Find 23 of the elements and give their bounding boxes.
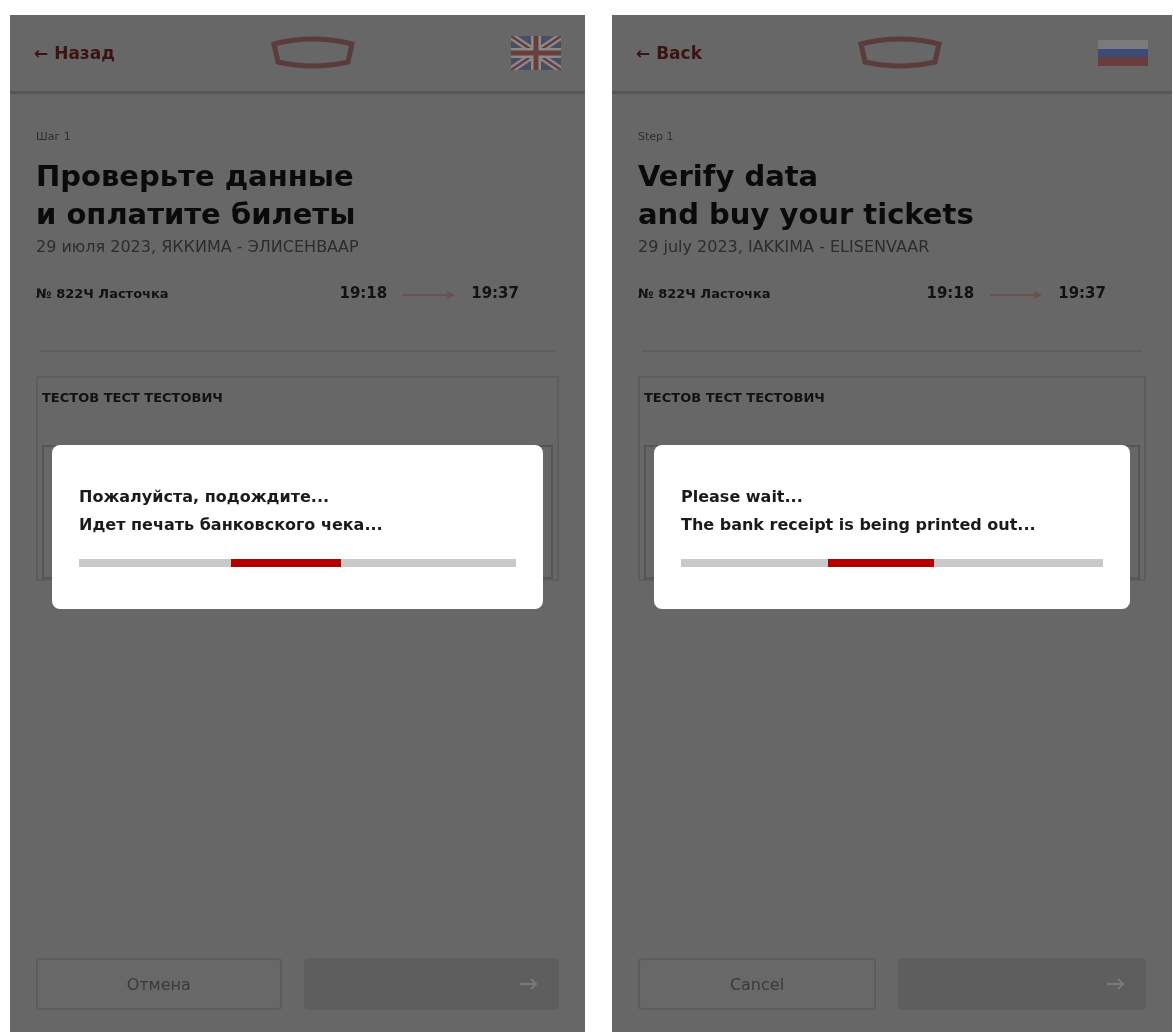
page-title: Verify data and buy your tickets xyxy=(638,158,975,233)
step-label: Шаг 1 xyxy=(36,130,72,143)
arrival-time: 19:37 xyxy=(1058,284,1106,302)
arrow-icon xyxy=(1106,977,1126,991)
dialog-message: Please wait... The bank receipt is being printed out... xyxy=(681,486,1037,536)
trip-summary: 29 july 2023, IAKKIMA - ELISENVAAR xyxy=(638,237,931,256)
departure-time: 19:18 xyxy=(926,284,975,302)
step-label: Step 1 xyxy=(638,130,675,143)
back-link[interactable]: ← Назад xyxy=(34,43,115,63)
dialog-message: Пожалуйста, подождите... Идет печать банковского чека... xyxy=(79,486,384,536)
back-link[interactable]: ← Back xyxy=(636,43,702,63)
train-name: № 822Ч Ласточка xyxy=(638,285,771,301)
departure-time: 19:18 xyxy=(339,284,388,302)
flag-icon[interactable] xyxy=(1098,40,1148,66)
page-title: Проверьте данные и оплатите билеты xyxy=(36,158,357,233)
arrow-icon xyxy=(519,977,539,991)
trip-summary: 29 июля 2023, ЯККИМА - ЭЛИСЕНВААР xyxy=(36,237,360,256)
train-name: № 822Ч Ласточка xyxy=(36,285,169,301)
flag-icon[interactable] xyxy=(511,36,561,70)
logo-icon xyxy=(855,36,945,70)
passenger-name: ТЕСТОВ ТЕСТ ТЕСТОВИЧ xyxy=(644,390,826,405)
arrival-time: 19:37 xyxy=(471,284,519,302)
passenger-name: ТЕСТОВ ТЕСТ ТЕСТОВИЧ xyxy=(42,390,224,405)
